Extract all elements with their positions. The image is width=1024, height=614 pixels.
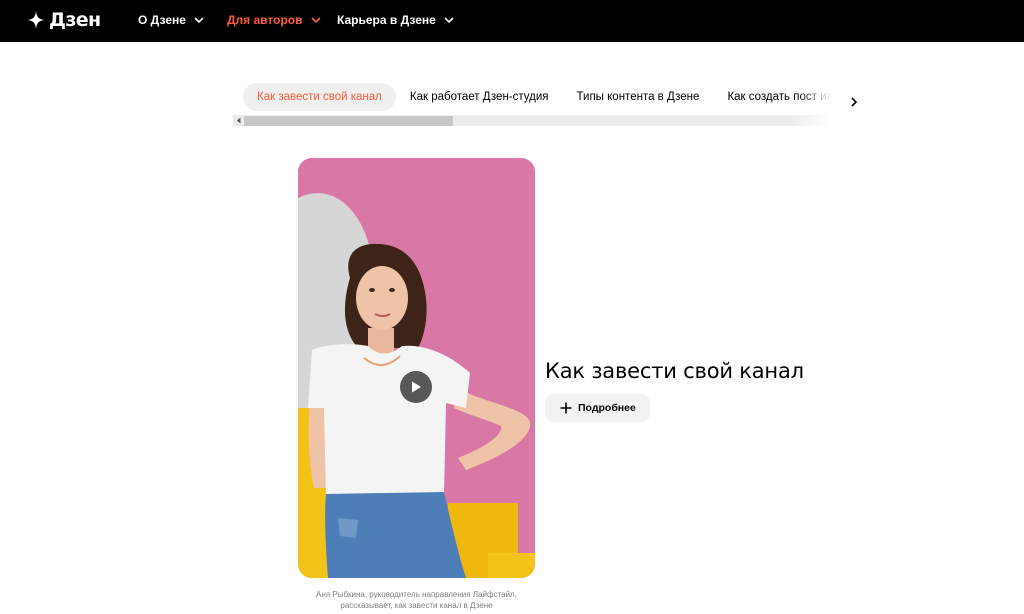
sparkle-icon [27, 11, 45, 29]
video-thumbnail [298, 158, 535, 578]
play-icon [412, 381, 421, 393]
chevron-down-icon [194, 17, 204, 23]
top-navigation-bar: Дзен О Дзене Для авторов Карьера в Дзене [0, 0, 1024, 42]
tabs-fade [798, 83, 832, 113]
dzen-logo[interactable]: Дзен [27, 9, 101, 31]
nav-about-dzen-label: О Дзене [138, 13, 186, 27]
scrollbar-thumb[interactable] [244, 116, 453, 126]
more-details-button[interactable]: Подробнее [545, 394, 650, 422]
video-player[interactable] [298, 158, 535, 578]
video-caption: Аня Рыбкина, руководитель направления Ла… [316, 590, 517, 610]
play-button[interactable] [400, 371, 432, 403]
nav-about-dzen[interactable]: О Дзене [138, 13, 204, 27]
nav-for-authors[interactable]: Для авторов [227, 13, 321, 27]
nav-for-authors-label: Для авторов [227, 13, 303, 27]
nav-career[interactable]: Карьера в Дзене [337, 13, 454, 27]
nav-career-label: Карьера в Дзене [337, 13, 436, 27]
chevron-down-icon [444, 17, 454, 23]
tab-content-types[interactable]: Типы контента в Дзене [563, 83, 714, 111]
tabs-scrollbar[interactable] [233, 115, 830, 126]
section-title: Как завести свой канал [545, 359, 804, 383]
arrow-left-icon [236, 117, 240, 124]
chevron-right-icon[interactable] [846, 93, 862, 111]
chevron-down-icon [310, 17, 321, 23]
scrollbar-fade [790, 115, 830, 126]
logo-text: Дзен [49, 9, 101, 31]
tab-create-channel[interactable]: Как завести свой канал [243, 83, 396, 111]
scroll-left-arrow[interactable] [233, 115, 244, 126]
more-details-label: Подробнее [578, 402, 636, 414]
topic-tabs: Как завести свой канал Как работает Дзен… [234, 83, 832, 113]
tab-dzen-studio[interactable]: Как работает Дзен-студия [396, 83, 563, 111]
plus-icon [560, 402, 572, 414]
